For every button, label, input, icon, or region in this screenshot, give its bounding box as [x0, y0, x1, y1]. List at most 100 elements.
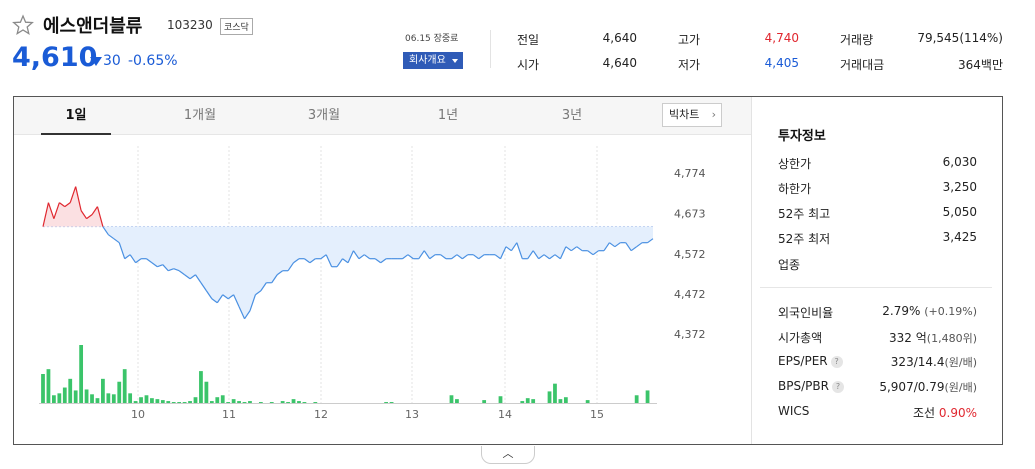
volume-bar: [531, 399, 536, 403]
big-chart-label: 빅차트: [669, 108, 700, 121]
volume-bar: [286, 402, 290, 403]
volume-bar: [242, 402, 247, 403]
tab-3year[interactable]: 3년: [537, 97, 607, 135]
up-area: [43, 186, 653, 227]
market-cap-value: 332 억(1,480위): [889, 329, 977, 346]
x-tick-label: 12: [314, 408, 328, 421]
volume-bar: [62, 387, 67, 403]
eps-per-unit: (원/배): [944, 356, 977, 369]
volume-bar: [525, 398, 530, 403]
tab-1day[interactable]: 1일: [41, 97, 111, 135]
volume-bar: [46, 369, 51, 403]
volume-bar: [199, 371, 203, 403]
high-value: 4,740: [764, 31, 799, 45]
wics-rate: 0.90%: [938, 406, 977, 420]
market-cap-rank: (1,480위): [926, 332, 977, 345]
volume-bar: [90, 394, 94, 403]
stock-name: 에스앤더블류: [43, 16, 143, 37]
company-overview-button[interactable]: 회사개요: [403, 52, 463, 69]
x-tick-label: 11: [222, 408, 236, 421]
volume-bar: [193, 397, 198, 403]
week52-high-value: 5,050: [942, 205, 977, 219]
divider: [490, 30, 491, 68]
low-value: 4,405: [764, 56, 799, 70]
volume-bar: [79, 345, 84, 403]
volume-bar: [269, 402, 274, 403]
bps-pbr-value: 5,907/0.79(원/배): [879, 379, 977, 395]
volume-bar: [117, 381, 122, 403]
volume-bar: [384, 402, 389, 403]
volume-bar: [95, 398, 100, 403]
volume-bar: [302, 402, 307, 403]
volume-bar: [455, 399, 459, 403]
volume-bar: [182, 402, 187, 403]
tab-1year[interactable]: 1년: [413, 97, 483, 135]
amount-value: 364백만: [958, 58, 1003, 72]
tab-3month[interactable]: 3개월: [289, 97, 359, 135]
down-arrow-icon: [90, 57, 102, 66]
stock-code: 103230: [167, 18, 213, 32]
volume-value: 79,545(114%): [917, 31, 1003, 45]
wics-sector: 조선: [912, 406, 936, 420]
period-tabs: 1일 1개월 3개월 1년 3년: [14, 97, 751, 135]
wics-label: WICS: [778, 404, 810, 418]
volume-bar: [553, 383, 557, 403]
volume-bar: [449, 395, 454, 403]
volume-bar: [558, 399, 563, 403]
week52-low-value: 3,425: [942, 230, 977, 244]
eps-per-text: EPS/PER: [778, 354, 828, 368]
help-icon[interactable]: ?: [831, 380, 844, 393]
y-tick-label: 4,572: [674, 248, 706, 261]
y-tick-label: 4,673: [674, 207, 706, 220]
prev-close-value: 4,640: [602, 31, 637, 45]
volume-bar: [52, 395, 56, 403]
volume-bar: [280, 401, 285, 403]
volume-bar: [111, 394, 116, 403]
volume-bar: [68, 378, 73, 403]
volume-bar: [389, 402, 394, 403]
y-tick-label: 4,372: [674, 328, 706, 341]
industry-label: 업종: [778, 258, 801, 272]
volume-bar: [226, 402, 231, 403]
x-tick-label: 14: [498, 408, 512, 421]
volume-bar: [101, 378, 105, 403]
prev-close-label: 전일: [517, 33, 540, 47]
wics-value[interactable]: 조선 0.90%: [913, 404, 977, 421]
volume-bar: [634, 395, 639, 403]
foreign-ratio-label: 외국인비율: [778, 306, 834, 320]
divider: [760, 287, 992, 288]
collapse-toggle-button[interactable]: ︿: [481, 446, 535, 464]
volume-bar: [144, 395, 149, 403]
volume-label: 거래량: [840, 33, 874, 47]
chevron-up-icon: ︿: [502, 447, 514, 460]
lower-limit-value: 3,250: [942, 180, 977, 194]
favorite-star-icon[interactable]: [12, 14, 34, 36]
x-tick-label: 10: [131, 408, 145, 421]
bps-pbr-text: BPS/PBR: [778, 379, 829, 393]
help-icon[interactable]: ?: [830, 355, 843, 368]
volume-bar: [209, 401, 214, 403]
y-tick-label: 4,472: [674, 288, 706, 301]
volume-bar: [297, 401, 301, 403]
change-rate: -0.65%: [128, 53, 178, 69]
volume-bar: [585, 400, 590, 403]
eps-per-value: 323/14.4(원/배): [891, 354, 977, 370]
bps-pbr-unit: (원/배): [944, 381, 977, 394]
down-area: [43, 226, 653, 319]
market-cap-label: 시가총액: [778, 331, 823, 345]
market-badge: 코스닥: [220, 18, 253, 35]
volume-bar: [73, 390, 78, 403]
volume-bar: [133, 401, 138, 403]
bps-pbr-label: BPS/PBR?: [778, 379, 844, 393]
eps-per-label: EPS/PER?: [778, 354, 843, 368]
lower-limit-label: 하한가: [778, 182, 812, 196]
volume-bar: [128, 393, 133, 403]
volume-bar: [220, 395, 225, 403]
open-label: 시가: [517, 58, 540, 72]
volume-bar: [563, 397, 568, 403]
volume-bar: [547, 391, 552, 403]
big-chart-button[interactable]: 빅차트 ›: [662, 103, 722, 127]
volume-bar: [258, 402, 263, 403]
volume-bar: [313, 402, 318, 403]
tab-1month[interactable]: 1개월: [165, 97, 235, 135]
